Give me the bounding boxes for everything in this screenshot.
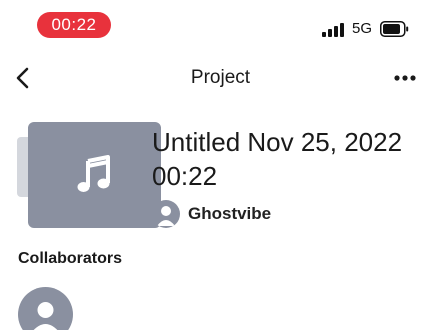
- page-title: Project: [190, 67, 251, 88]
- signal-icon: [322, 23, 346, 37]
- battery-icon: [380, 21, 409, 37]
- project-owner[interactable]: Ghostvibe: [152, 200, 271, 228]
- owner-name: Ghostvibe: [188, 204, 272, 223]
- status-time[interactable]: 00:22: [37, 12, 111, 38]
- project-title: Untitled Nov 25, 2022 00:22: [152, 127, 403, 191]
- nav-bar: Project: [0, 58, 441, 98]
- user-icon: [157, 206, 175, 226]
- user-icon: [33, 302, 58, 330]
- owner-avatar: [152, 200, 180, 228]
- project-cover[interactable]: [28, 122, 161, 228]
- network-type: 5G: [352, 20, 373, 37]
- status-bar: 00:22 5G: [0, 0, 441, 50]
- collaborators-heading: Collaborators: [18, 250, 123, 267]
- more-options-button[interactable]: [392, 68, 418, 88]
- ellipsis-icon: [394, 75, 416, 81]
- music-note-icon: [77, 155, 110, 192]
- collaborator-avatar[interactable]: [18, 287, 73, 330]
